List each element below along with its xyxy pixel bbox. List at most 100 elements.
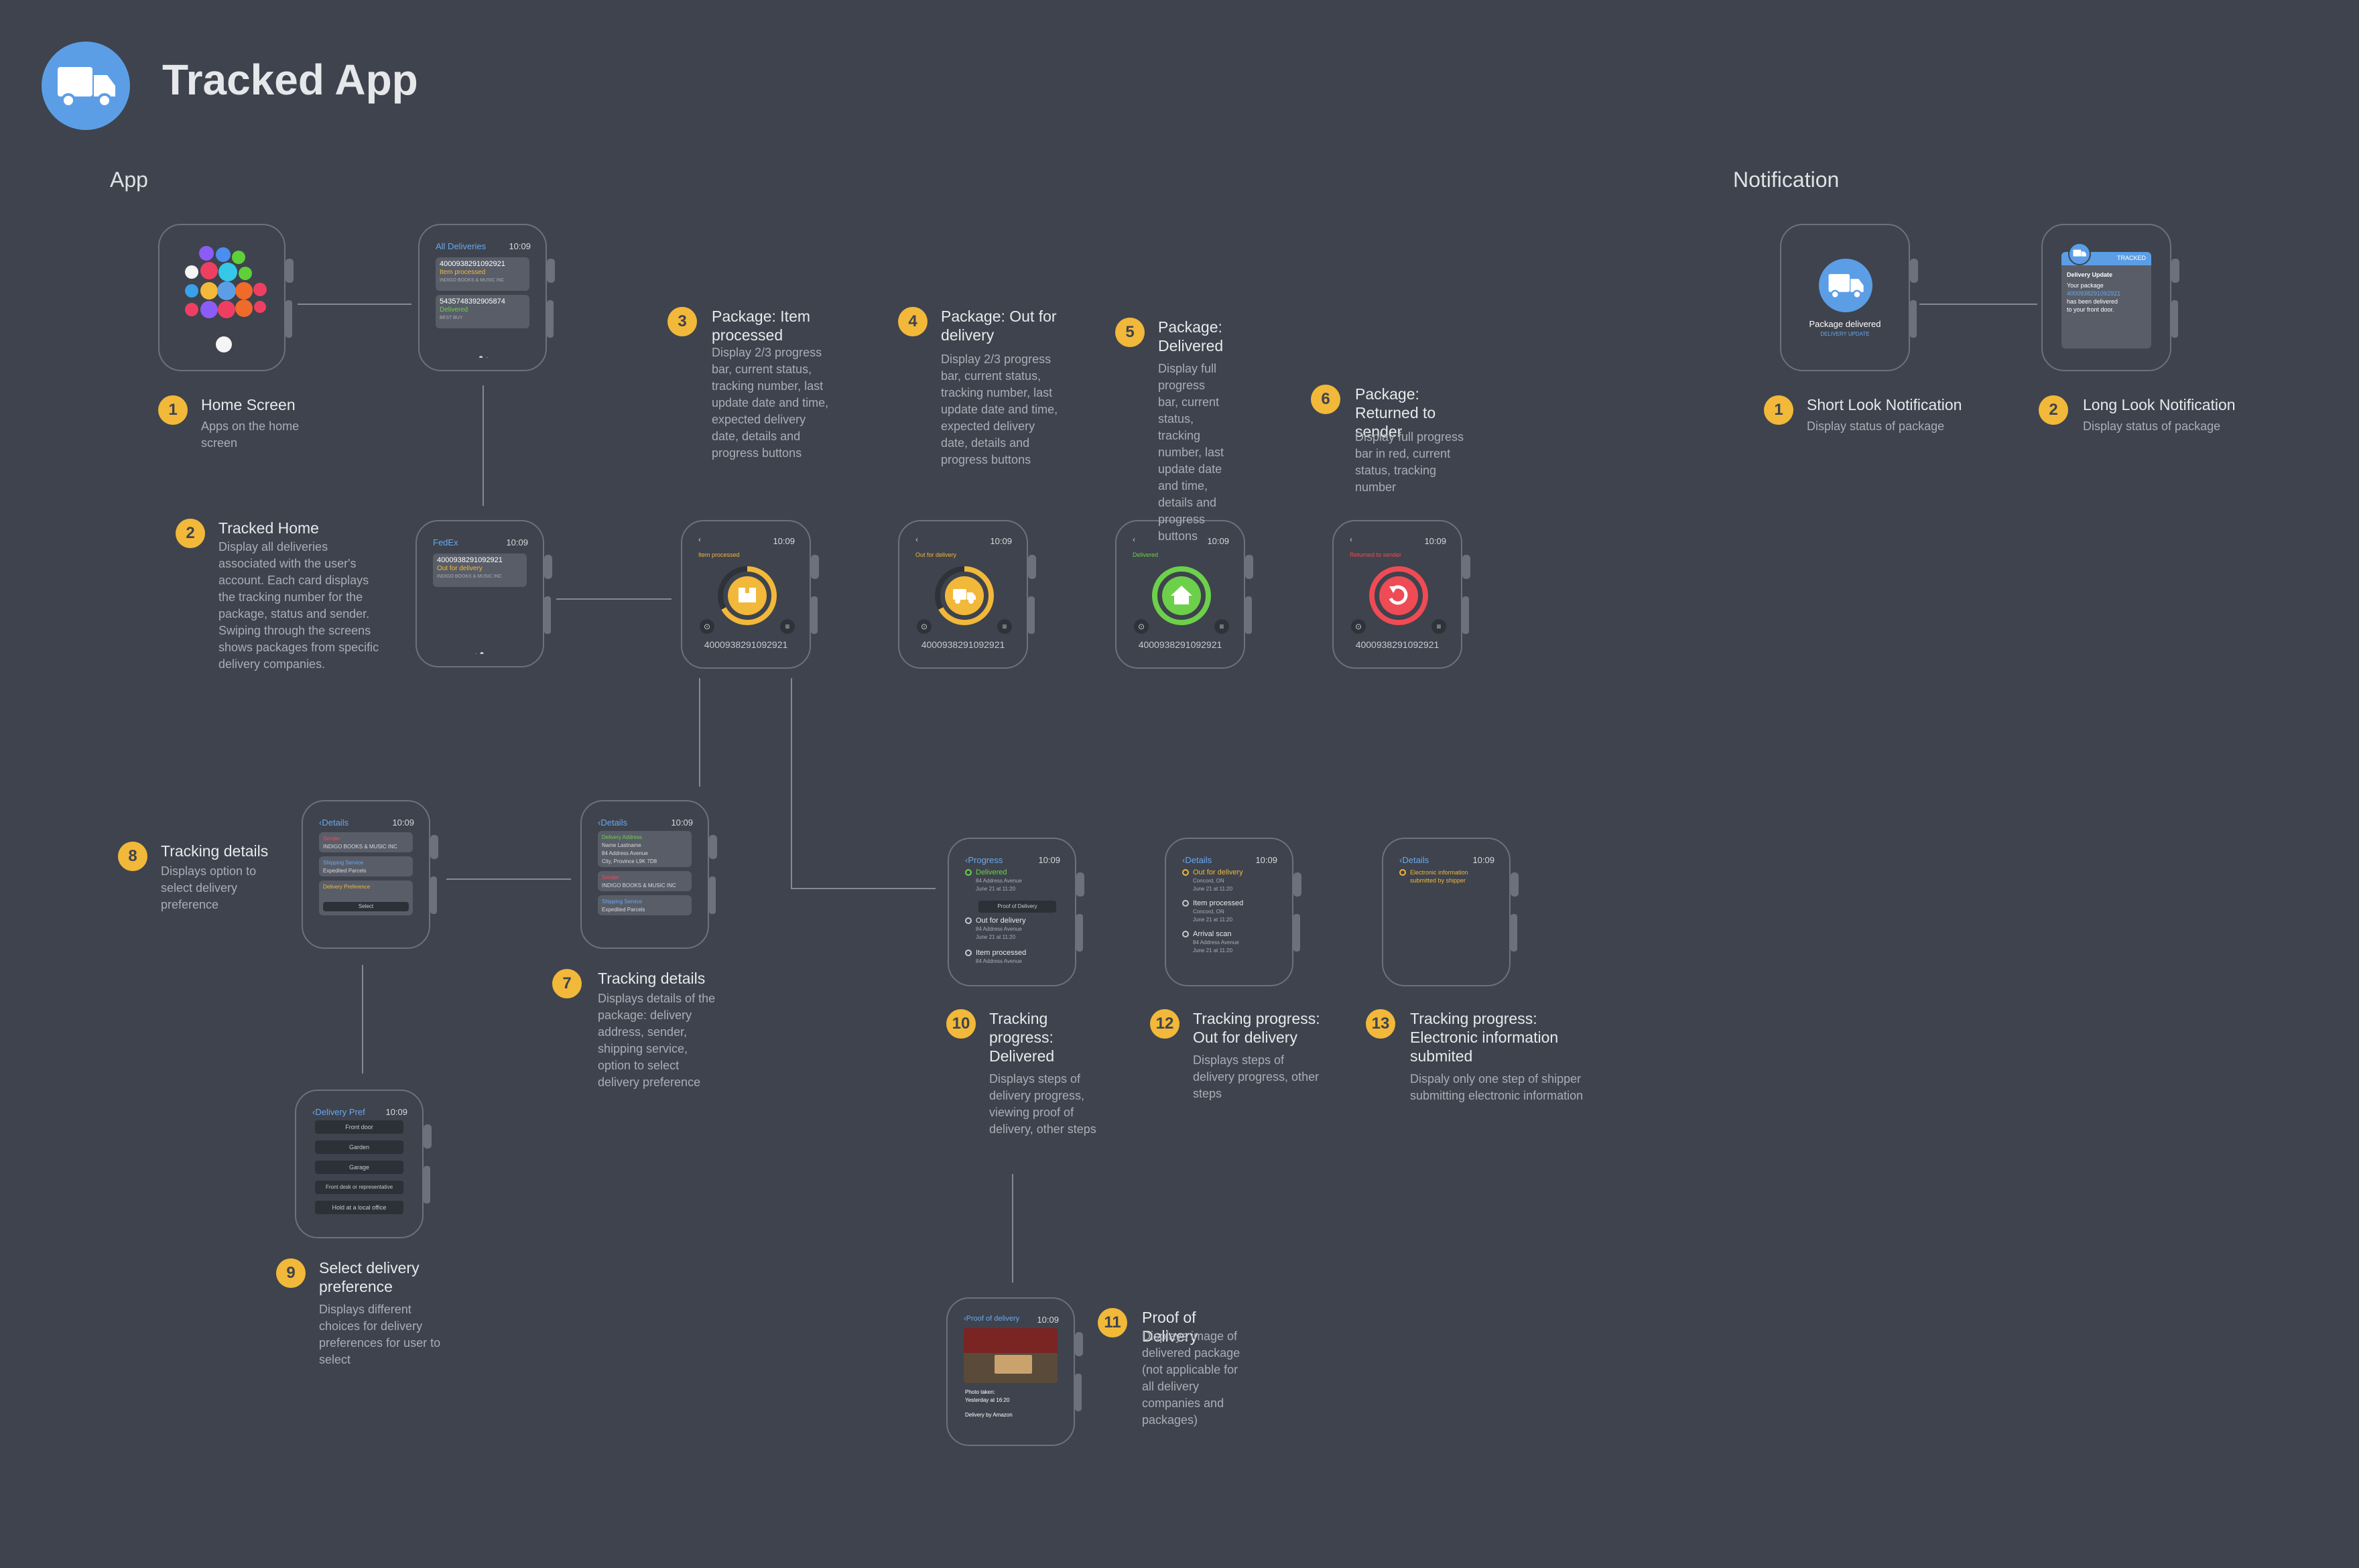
screen-label-description: Displays steps of delivery progress, oth… [1193,1053,1320,1100]
side-button[interactable] [544,596,551,634]
list-icon[interactable]: ≡ [780,619,795,634]
side-button[interactable] [709,876,716,914]
step-dot [965,869,972,876]
status-text: Out for delivery [437,565,483,572]
section-app: App [110,168,148,192]
select-button[interactable]: Select [323,902,409,911]
pref-option[interactable]: Garage [315,1161,403,1174]
digital-crown[interactable] [1028,555,1036,579]
shipping-label: Shipping Service [323,860,364,866]
back-button[interactable]: ‹Progress [965,855,1003,865]
side-button[interactable] [1910,300,1917,338]
side-button[interactable] [424,1166,430,1203]
back-button[interactable]: ‹Details [1399,855,1429,865]
back-button[interactable]: ‹Details [1182,855,1212,865]
delivery-card[interactable]: 4000938291092921 Out for delivery INDIGO… [433,553,527,587]
back-button[interactable]: ‹Proof of delivery [964,1315,1019,1323]
step-dot [965,917,972,924]
screen-title: FedEx [433,537,458,547]
watch-progress-delivered: ‹Progress 10:09 Delivered 84 Address Ave… [948,838,1084,986]
digital-crown[interactable] [2171,259,2179,283]
tracking-number: 4000938291092921 [2067,290,2121,297]
back-chevron-icon[interactable]: ‹ [1350,535,1352,544]
side-button[interactable] [1293,914,1300,952]
back-button[interactable]: ‹Details [319,818,348,828]
side-button[interactable] [1075,1374,1082,1411]
step-title: Delivered [976,868,1007,876]
pref-option[interactable]: Hold at a local office [315,1201,403,1214]
digital-crown[interactable] [544,555,552,579]
watch-progress-electronic-info: ‹Details 10:09 Electronic information su… [1382,838,1519,986]
delivered-by: Delivery by Amazon [965,1412,1013,1418]
step-number-badge: 2 [2039,395,2068,425]
digital-crown[interactable] [1076,872,1084,897]
side-button[interactable] [1028,596,1035,634]
digital-crown[interactable] [1910,259,1918,283]
side-button[interactable] [811,596,818,634]
screen-label-title: Tracked Home [218,519,319,537]
side-button[interactable] [2171,300,2178,338]
side-button[interactable] [1462,596,1469,634]
package-box [995,1355,1032,1374]
preference-card: Delivery Preference Select [319,880,413,915]
list-icon[interactable]: ≡ [997,619,1012,634]
step-number-badge: 11 [1098,1308,1127,1337]
digital-crown[interactable] [811,555,819,579]
screen-label-description: Display 2/3 progress bar, current status… [712,346,829,460]
connector [699,678,700,787]
list-icon[interactable]: ≡ [1214,619,1229,634]
back-chevron-icon[interactable]: ‹ [698,535,701,544]
info-icon[interactable]: ⊙ [1351,619,1366,634]
step-number-badge: 4 [898,307,928,336]
pref-option[interactable]: Garden [315,1140,403,1154]
digital-crown[interactable] [1511,872,1519,897]
proof-of-delivery-button[interactable]: Proof of Delivery [978,901,1056,913]
side-button[interactable] [547,300,554,338]
sender-card: Sender INDIGO BOOKS & MUSIC INC [598,871,692,891]
screen-label-title: Short Look Notification [1807,396,1962,413]
digital-crown[interactable] [1462,555,1470,579]
side-button[interactable] [1511,914,1517,952]
step-date: June 21 at 11:20 [1193,917,1233,923]
side-button[interactable] [1245,596,1252,634]
side-button[interactable] [430,876,437,914]
truck-icon [2073,249,2086,257]
digital-crown[interactable] [709,835,717,859]
address-label: Delivery Address [602,834,643,840]
info-icon[interactable]: ⊙ [700,619,714,634]
screen-label-description: Display status of package [1807,419,1945,433]
digital-crown[interactable] [547,259,555,283]
screen-label-description: Apps on the home screen [201,419,300,450]
notification-subtitle: DELIVERY UPDATE [1820,331,1870,337]
screen-title: Details [600,818,628,828]
digital-crown[interactable] [424,1124,432,1149]
list-icon[interactable]: ≡ [1431,619,1446,634]
pref-option[interactable]: Front desk or representative [315,1181,403,1194]
app-name: TRACKED [2116,255,2146,261]
delivery-card[interactable]: 4000938291092921 Item processed INDIGO B… [436,257,529,291]
watch-details: ‹Details 10:09 Delivery Address Name Las… [580,800,717,949]
notification-body[interactable]: Delivery Update Your package 40009382910… [2061,265,2151,348]
digital-crown[interactable] [1293,872,1301,897]
digital-crown[interactable] [1245,555,1253,579]
info-icon[interactable]: ⊙ [917,619,932,634]
sender-text: INDIGO BOOKS & MUSIC INC [437,574,502,579]
back-button[interactable]: ‹Details [598,818,627,828]
side-button[interactable] [1076,914,1083,952]
back-button[interactable]: ‹Delivery Pref [312,1107,365,1117]
screen-label-description: Display full progress bar, current statu… [1158,362,1224,543]
delivery-photo[interactable] [964,1328,1058,1383]
watch-package-status: ‹ 10:09 Returned to sender ⊙ ≡ 400093829… [1332,520,1470,669]
screen-title: All Deliveries [436,241,487,251]
info-icon[interactable]: ⊙ [1134,619,1149,634]
step-title: Out for delivery [1193,868,1243,876]
shipping-label: Shipping Service [602,899,643,905]
screen-label-description: Display all deliveries associated with t… [218,540,379,671]
digital-crown[interactable] [1075,1332,1083,1356]
delivery-card[interactable]: 5435748392905874 Delivered BEST BUY [436,295,529,328]
connector [791,888,936,889]
back-chevron-icon[interactable]: ‹ [915,535,918,544]
back-chevron-icon[interactable]: ‹ [1133,535,1135,544]
digital-crown[interactable] [430,835,438,859]
pref-option[interactable]: Front door [315,1120,403,1134]
